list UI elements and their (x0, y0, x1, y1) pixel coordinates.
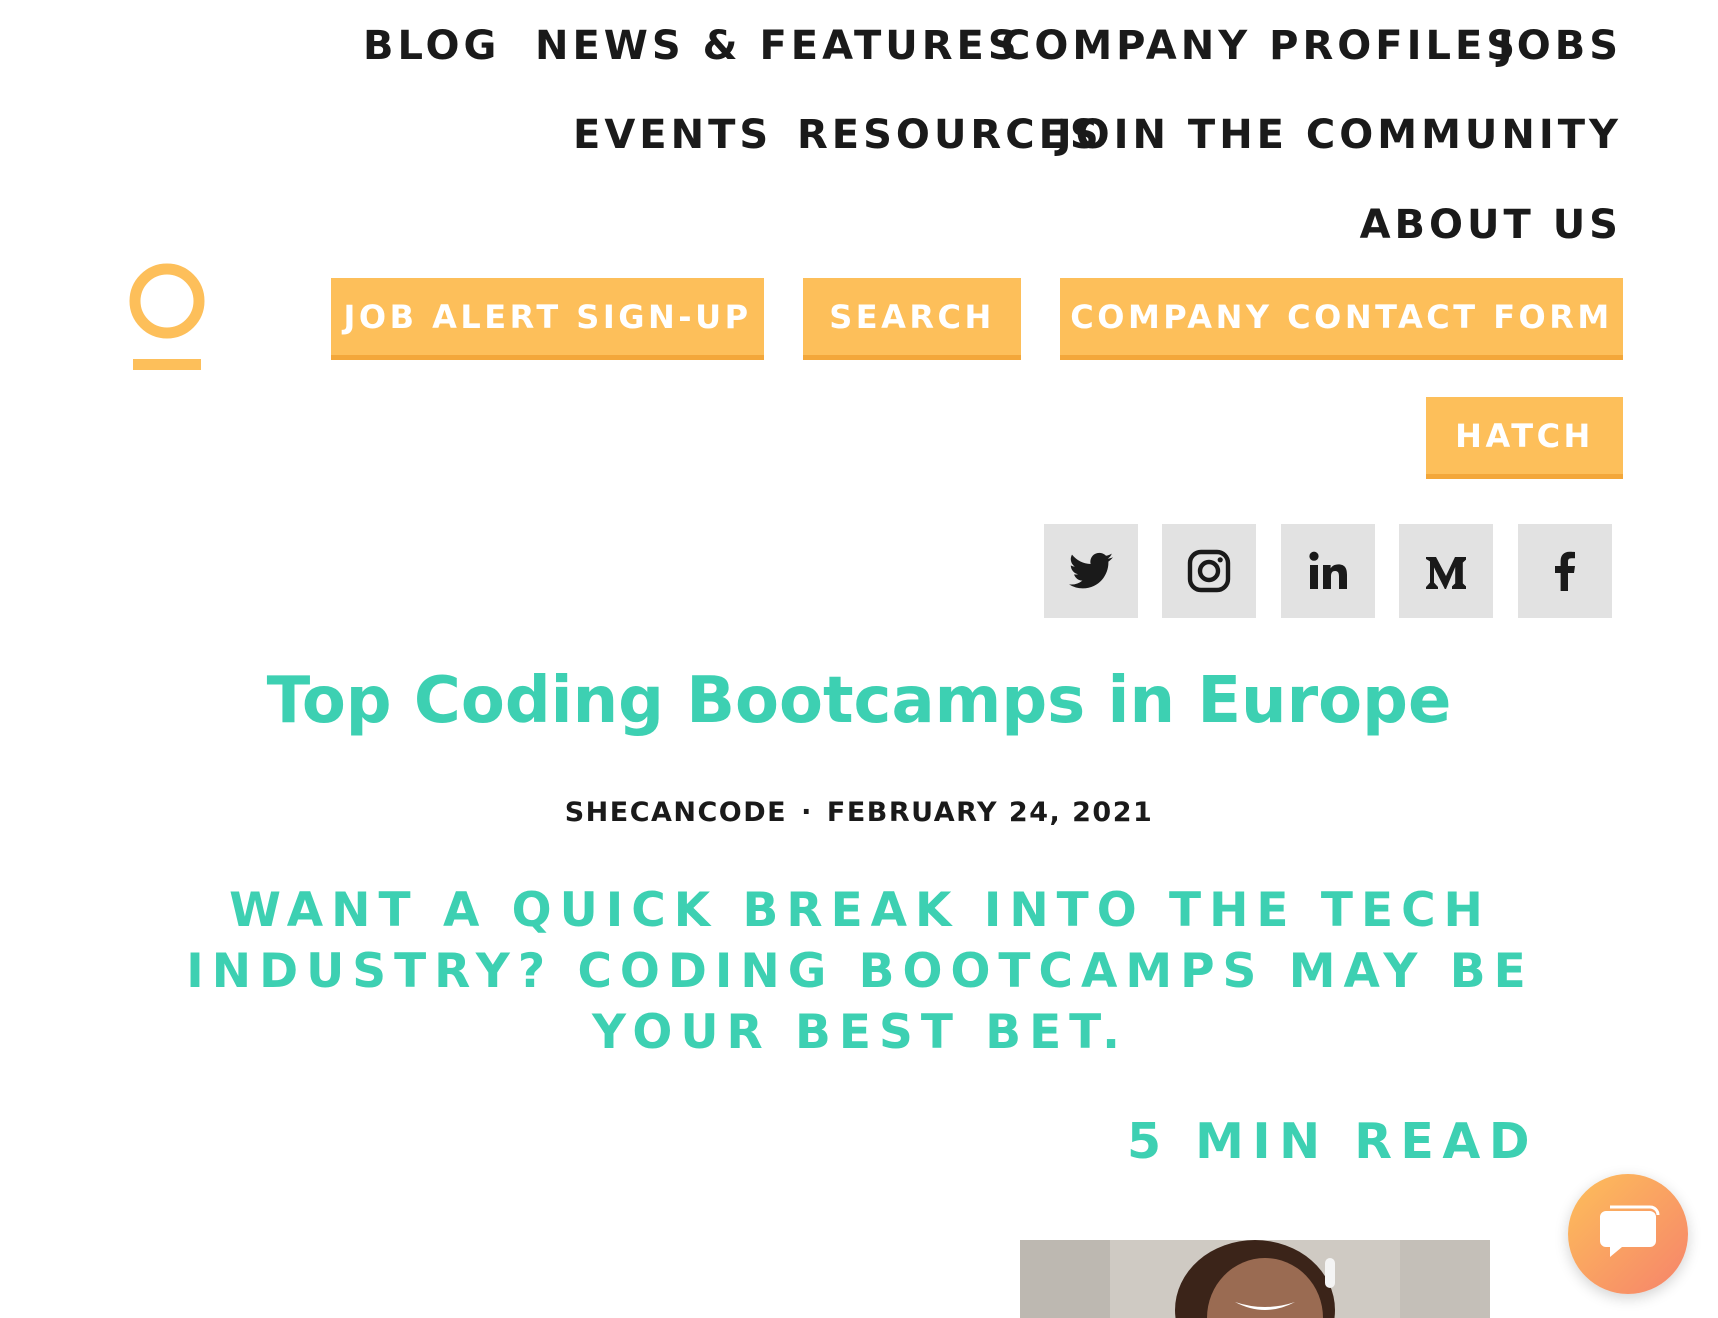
nav-jobs-link[interactable]: JOBS (1498, 26, 1622, 66)
chat-bubble-icon (1600, 1205, 1660, 1257)
chat-widget-button[interactable] (1568, 1174, 1688, 1294)
hatch-button[interactable]: HATCH (1426, 397, 1623, 479)
nav-about-us-link[interactable]: ABOUT US (1360, 205, 1622, 245)
nav-news-features-link[interactable]: NEWS & FEATURES (535, 26, 1021, 66)
twitter-icon (1069, 552, 1113, 589)
instagram-icon (1187, 549, 1231, 593)
nav-join-community-link[interactable]: JOIN THE COMMUNITY (1057, 115, 1622, 155)
article-subtitle: WANT A QUICK BREAK INTO THE TECH INDUSTR… (186, 883, 1534, 1060)
medium-link[interactable] (1399, 524, 1493, 618)
nav-blog-link[interactable]: BLOG (363, 26, 500, 66)
nav-events-link[interactable]: EVENTS (573, 115, 772, 155)
hero-photo (1020, 1240, 1490, 1318)
site-logo[interactable] (128, 262, 206, 374)
article-hero-image (1020, 1240, 1490, 1318)
linkedin-icon (1309, 551, 1347, 589)
facebook-icon (1555, 551, 1575, 591)
article-title: Top Coding Bootcamps in Europe (266, 664, 1452, 738)
article-date: FEBRUARY 24, 2021 (826, 797, 1154, 828)
company-contact-form-button[interactable]: COMPANY CONTACT FORM (1060, 278, 1623, 360)
instagram-link[interactable] (1162, 524, 1256, 618)
medium-icon (1426, 557, 1466, 589)
meta-separator: · (801, 797, 813, 828)
logo-mark-icon (129, 263, 205, 370)
read-time: 5 MIN READ (1126, 1113, 1538, 1170)
article-meta: SHECANCODE · FEBRUARY 24, 2021 (0, 797, 1718, 828)
article-author[interactable]: SHECANCODE (565, 797, 787, 828)
search-button[interactable]: SEARCH (803, 278, 1021, 360)
nav-company-profiles-link[interactable]: COMPANY PROFILES (1001, 26, 1519, 66)
linkedin-link[interactable] (1281, 524, 1375, 618)
facebook-link[interactable] (1518, 524, 1612, 618)
job-alert-signup-button[interactable]: JOB ALERT SIGN-UP (331, 278, 764, 360)
twitter-link[interactable] (1044, 524, 1138, 618)
